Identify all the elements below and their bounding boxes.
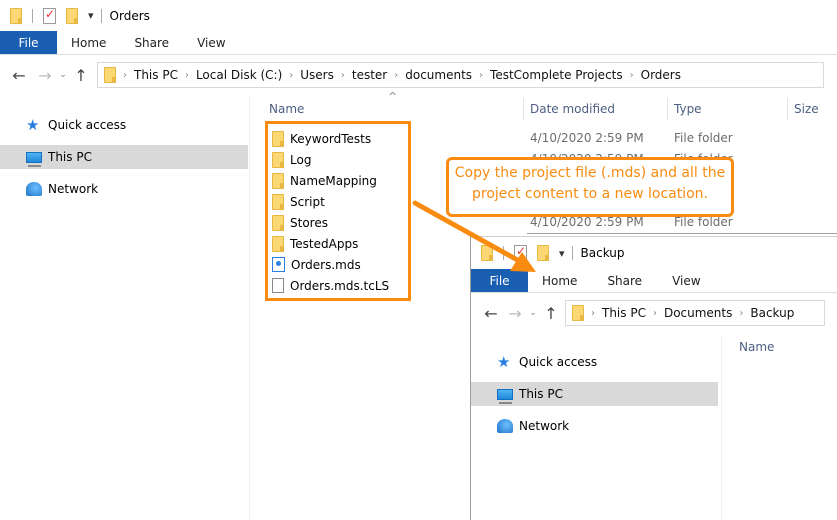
arrow-shaft — [412, 200, 524, 265]
arrow-head-icon — [510, 252, 536, 272]
annotation-arrow — [412, 200, 536, 272]
